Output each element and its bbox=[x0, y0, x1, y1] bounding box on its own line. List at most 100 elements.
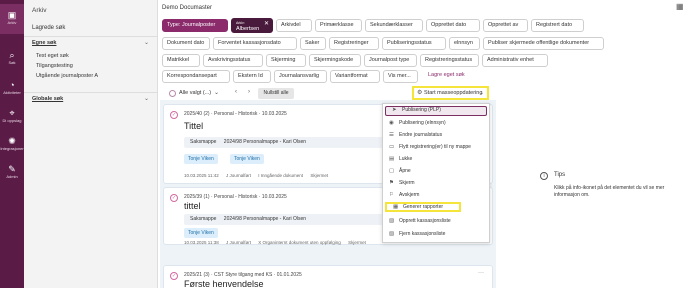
send-icon: ➤ bbox=[392, 107, 397, 113]
rail-item-label: Admin bbox=[6, 174, 18, 179]
gear-icon: ⚙ bbox=[417, 90, 423, 96]
shield-off-icon: ⚐ bbox=[389, 192, 394, 198]
filter-chip[interactable]: Arkivdel bbox=[276, 19, 312, 32]
chevron-down-icon[interactable]: ⌄ bbox=[144, 95, 149, 102]
filter-chip[interactable]: Saker bbox=[300, 37, 326, 50]
search-icon: ⌕ bbox=[9, 50, 15, 60]
card-title[interactable]: tittel bbox=[184, 201, 201, 211]
next-page-icon[interactable]: › bbox=[248, 89, 250, 95]
filter-chip[interactable]: Administrativ enhet bbox=[482, 54, 548, 67]
menu-item-open[interactable]: ▢ Åpne bbox=[383, 166, 489, 176]
rail-item-activities[interactable]: ◔ Aktiviteter bbox=[0, 80, 24, 95]
menu-item-label: Åpne bbox=[399, 168, 411, 174]
chevron-down-icon: ⌄ bbox=[479, 90, 484, 96]
filter-chip[interactable]: Matrikkel bbox=[162, 54, 200, 67]
filter-chip[interactable]: Registreringer bbox=[329, 37, 379, 50]
filter-chip[interactable]: Avskrivingsstatus bbox=[203, 54, 263, 67]
filter-chip[interactable]: Publiser skjermede offentlige dokumenter bbox=[483, 37, 604, 50]
more-options-icon[interactable]: ··· bbox=[478, 270, 484, 276]
menu-item-change-status[interactable]: ☰ Endre journalstatus bbox=[383, 130, 489, 140]
filter-chip[interactable]: elnnsyn bbox=[449, 37, 480, 50]
person-tag[interactable]: Tonje Viken bbox=[184, 154, 218, 164]
filter-chip[interactable]: Dokument dato bbox=[162, 37, 210, 50]
person-tag[interactable]: Tonje Viken bbox=[184, 228, 218, 238]
card-restricted: Skjermet bbox=[348, 240, 366, 245]
page-title: Demo Documaster bbox=[162, 5, 213, 11]
card-date: 10.03.2025 11:38 bbox=[184, 240, 219, 245]
menu-item-generate-reports[interactable]: ▦ Generer rapporter bbox=[385, 202, 461, 212]
rail-item-admin[interactable]: ✎ Admin bbox=[0, 164, 24, 179]
card-status: J Journalført bbox=[225, 240, 251, 245]
filter-chip[interactable]: Publiseringsstatus bbox=[382, 37, 446, 50]
filter-chip[interactable]: Primærklasse bbox=[315, 19, 362, 32]
filter-chip[interactable]: Variantformat bbox=[330, 70, 380, 83]
prev-page-icon[interactable]: ‹ bbox=[235, 89, 237, 95]
filter-chip[interactable]: Skjerming bbox=[266, 54, 306, 67]
filter-chip[interactable]: Sekundærklasser bbox=[365, 19, 423, 32]
rail-item-lookup[interactable]: ⌖ Di oppslag bbox=[0, 108, 24, 123]
check-icon[interactable]: ✓ bbox=[170, 194, 178, 202]
filter-chip[interactable]: Registrert dato bbox=[531, 19, 584, 32]
card-status: J Journalført bbox=[225, 173, 251, 178]
filter-chip[interactable]: Opprettet dato bbox=[426, 19, 480, 32]
check-icon[interactable]: ✓ bbox=[170, 272, 178, 280]
chevron-down-icon[interactable]: ⌄ bbox=[214, 89, 219, 96]
filter-chip[interactable]: Registreringsstatus bbox=[420, 54, 479, 67]
rail-item-integrations[interactable]: ✺ Integrasjoner bbox=[0, 136, 24, 151]
save-search-link[interactable]: Lagre eget søk bbox=[424, 70, 472, 83]
saved-search-item[interactable]: Utgående journalposter A bbox=[36, 73, 98, 79]
menu-item-label: Endre journalstatus bbox=[399, 132, 443, 138]
select-all-label[interactable]: Alle valgt (...) bbox=[179, 90, 211, 96]
menu-item-remove-disposal-list[interactable]: ▨ Fjern kassasjonsliste bbox=[383, 229, 489, 239]
saved-search-item[interactable]: Test eget søk bbox=[36, 53, 69, 59]
card-title[interactable]: Første henvendelse bbox=[184, 279, 264, 288]
saved-searches-link[interactable]: Lagrede søk bbox=[32, 25, 65, 31]
show-more-chip[interactable]: Vis mer... bbox=[383, 70, 418, 83]
case-folder-label: Saksmappe bbox=[190, 139, 217, 145]
report-icon: ▦ bbox=[393, 204, 399, 210]
menu-item-label: Publisering (elnnsyn) bbox=[399, 120, 446, 126]
close-icon[interactable]: ✕ bbox=[264, 21, 269, 27]
filter-chip[interactable]: Journalansvarlig bbox=[274, 70, 327, 83]
menu-item-publish-einnsyn[interactable]: ◉ Publisering (elnnsyn) bbox=[383, 118, 489, 128]
shield-icon: ⚑ bbox=[389, 180, 394, 186]
menu-item-label: Opprett kassasjonsliste bbox=[399, 218, 451, 224]
section-global-searches[interactable]: Globale søk bbox=[32, 96, 63, 102]
person-tag[interactable]: Tonje Viken bbox=[230, 154, 264, 164]
menu-item-unrestrict[interactable]: ⚐ Avskjerm bbox=[383, 190, 489, 200]
filter-type-chip[interactable]: Type: Journalposter bbox=[162, 19, 228, 32]
result-card[interactable]: ✓ 2025/21 (3) · CST Styre tilgang med KS… bbox=[163, 265, 493, 288]
filter-chip[interactable]: Skjermingskode bbox=[309, 54, 361, 67]
info-icon: i bbox=[540, 172, 548, 180]
rail-item-search[interactable]: ⌕ Søk bbox=[0, 50, 24, 65]
menu-item-label: Publisering (PLP) bbox=[402, 107, 441, 113]
card-title[interactable]: Tittel bbox=[184, 121, 203, 131]
case-folder-label: Saksmappe bbox=[190, 216, 217, 222]
chevron-down-icon[interactable]: ⌄ bbox=[144, 39, 149, 46]
filter-chip[interactable]: Korrespondansepart bbox=[162, 70, 230, 83]
filter-chip[interactable]: Journalpost type bbox=[364, 54, 417, 67]
section-own-searches[interactable]: Egne søk bbox=[32, 40, 56, 46]
saved-search-item[interactable]: Tilgangstesting bbox=[36, 63, 73, 69]
divider bbox=[24, 92, 158, 93]
select-all-checkbox[interactable] bbox=[169, 90, 176, 97]
calendar-icon[interactable]: ▦ bbox=[676, 2, 684, 11]
rail-item-archive[interactable]: ▣ Arkiv bbox=[0, 4, 24, 34]
menu-item-create-disposal-list[interactable]: ▧ Opprett kassasjonsliste bbox=[383, 216, 489, 226]
mass-update-button[interactable]: ⚙ Start masseoppdatering ⌄ bbox=[412, 86, 489, 100]
nav-rail: ▣ Arkiv ⌕ Søk ◔ Aktiviteter ⌖ Di oppslag… bbox=[0, 0, 24, 288]
list-icon: ☰ bbox=[389, 132, 394, 138]
cog-icon: ✺ bbox=[8, 136, 16, 146]
menu-item-move-registration[interactable]: ▭ Flytt registrering(er) til ny mappe bbox=[383, 142, 489, 152]
filter-chip[interactable]: Opprettet av bbox=[483, 19, 528, 32]
filter-chip[interactable]: Forventet kassasjonsdato bbox=[213, 37, 297, 50]
card-date: 10.03.2025 11:42 bbox=[184, 173, 219, 178]
menu-item-close[interactable]: ▤ Lukke bbox=[383, 154, 489, 164]
filter-owner-chip[interactable]: Arkiv: Albertsen ✕ bbox=[231, 18, 273, 33]
filter-chip[interactable]: Ekstern Id bbox=[233, 70, 271, 83]
reset-all-button[interactable]: Nullstill alle bbox=[258, 88, 294, 99]
check-icon[interactable]: ✓ bbox=[170, 111, 178, 119]
globe-icon: ◉ bbox=[389, 120, 394, 126]
menu-item-publish-plp[interactable]: ➤ Publisering (PLP) bbox=[385, 106, 487, 116]
menu-item-restrict[interactable]: ⚑ Skjerm bbox=[383, 178, 489, 188]
